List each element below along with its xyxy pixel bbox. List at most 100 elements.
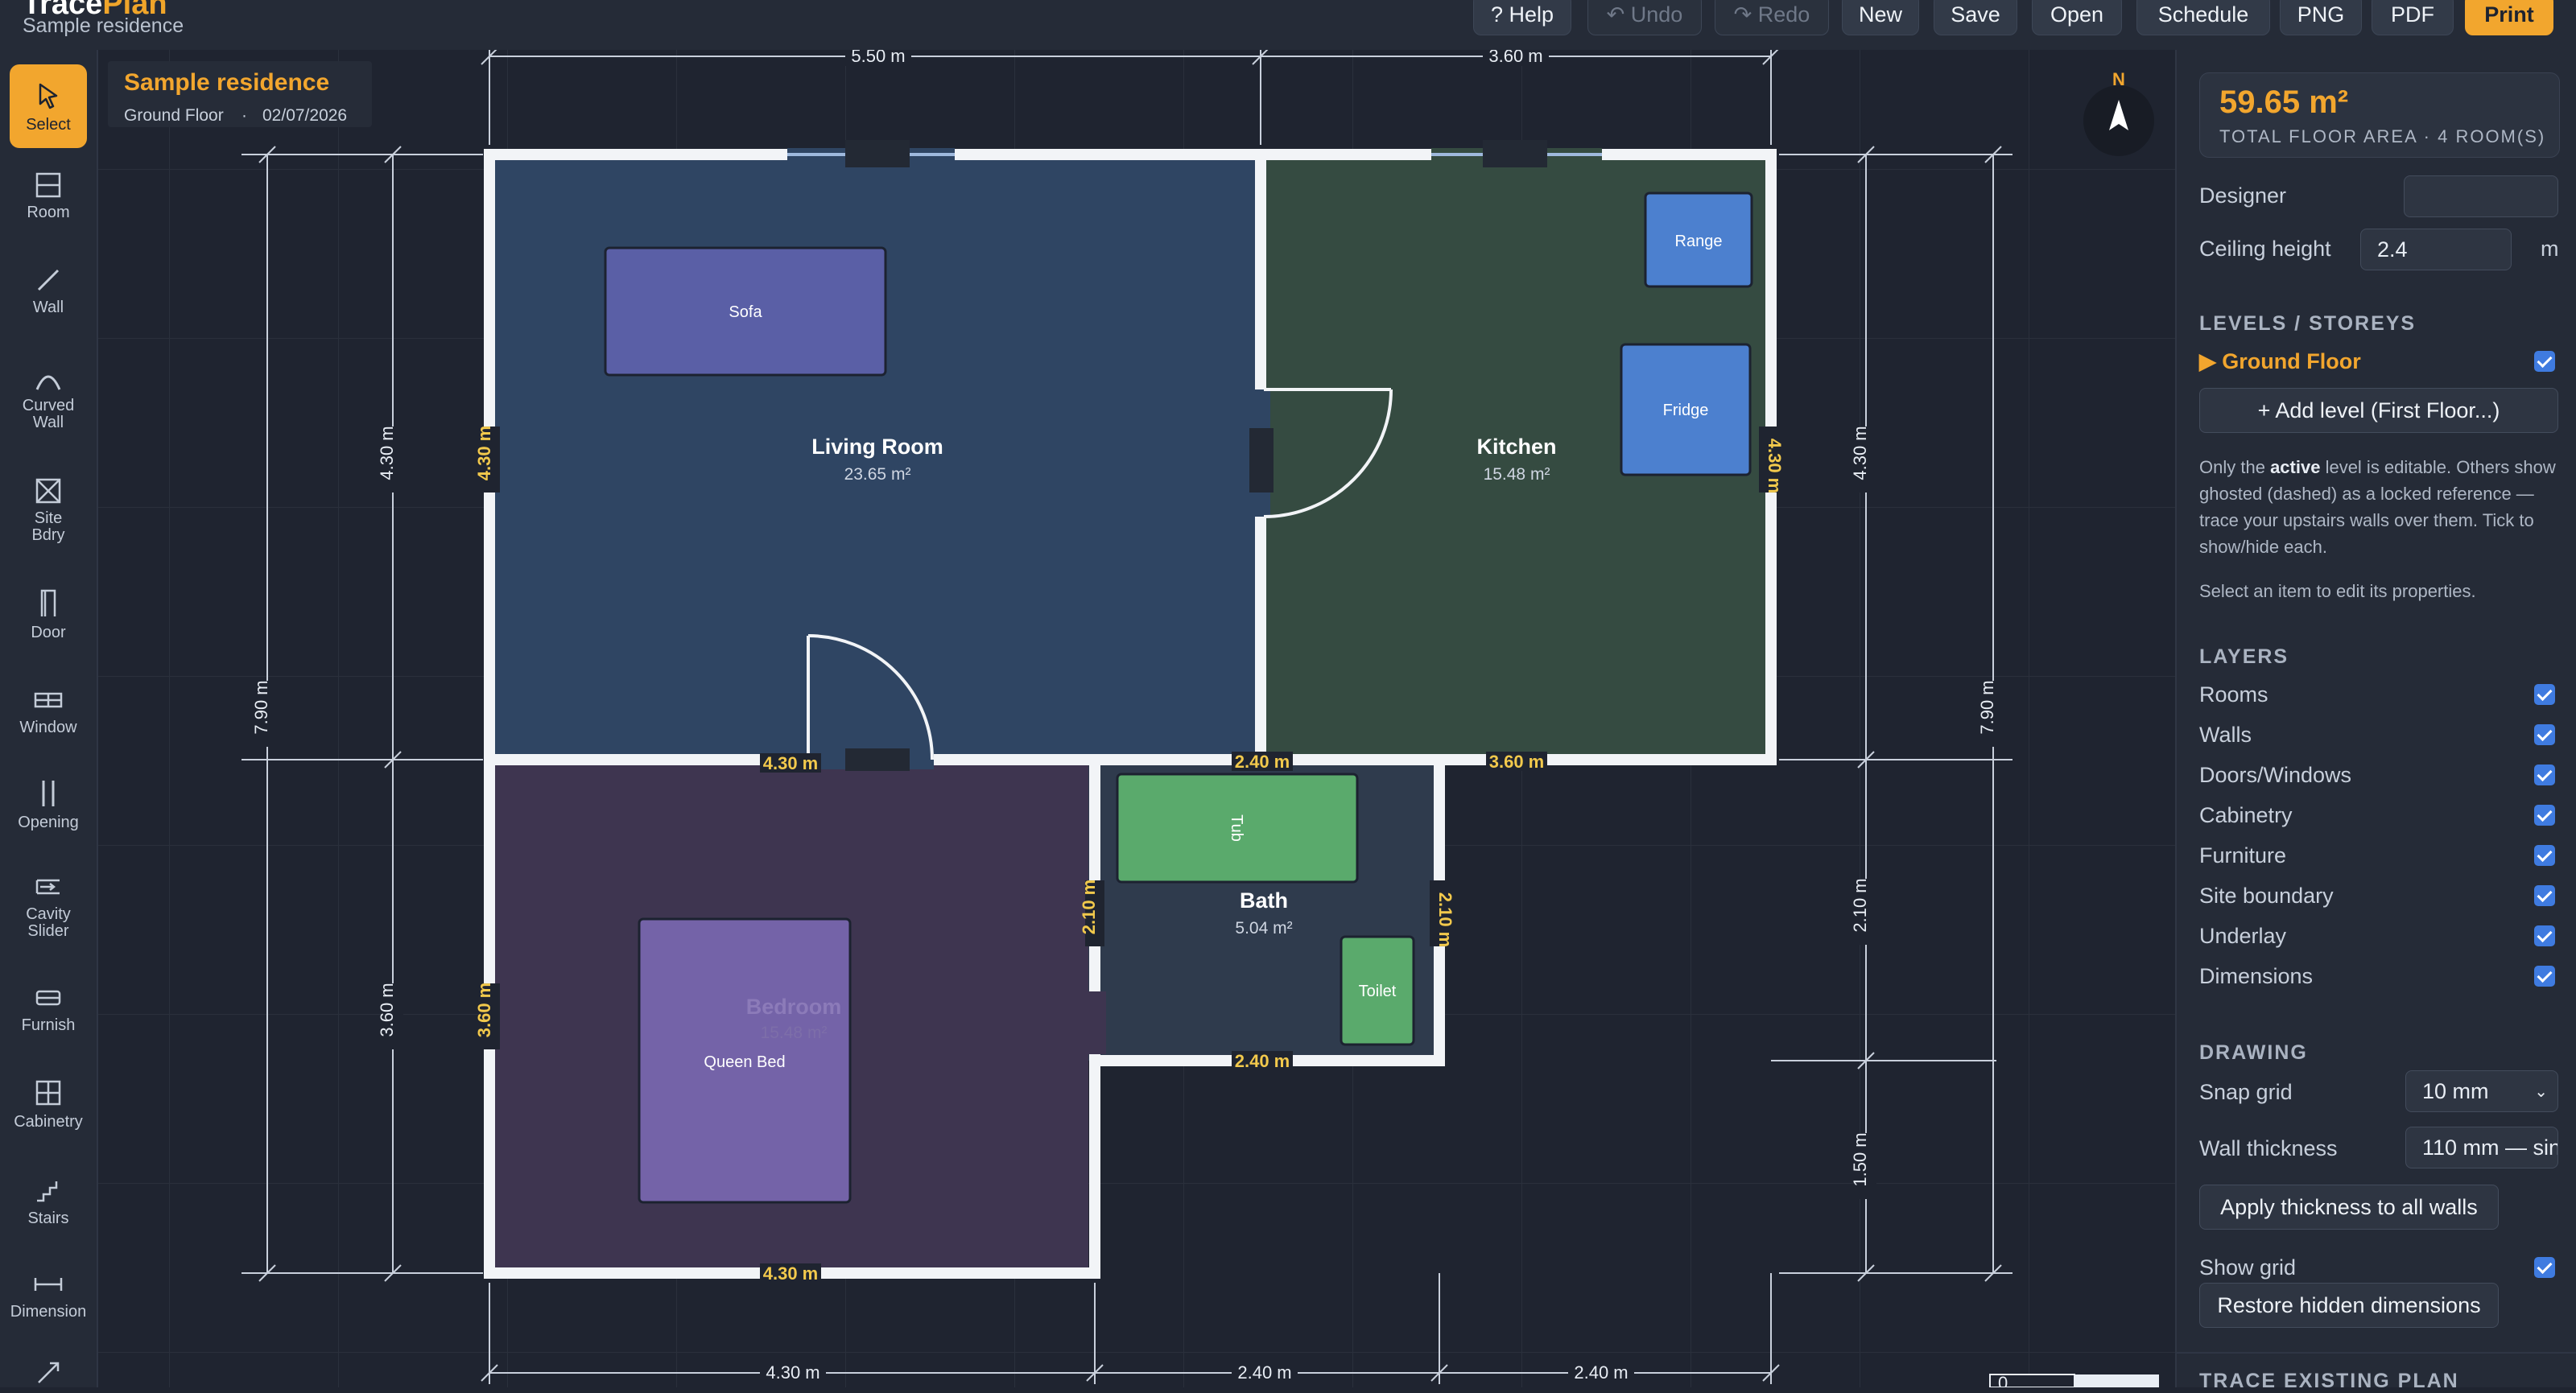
wall-label-bath-right: 2.10 m — [1435, 892, 1455, 948]
tool-room-label: Room — [27, 204, 70, 221]
wall-label-bath-bottom: 2.40 m — [1235, 1051, 1290, 1071]
plan-canvas[interactable]: Sofa Range Fridge Tub Toilet Queen Bed L… — [98, 45, 2175, 1393]
room-bedroom-name: Bedroom — [746, 995, 842, 1019]
levels-note: Only the active level is editable. Other… — [2199, 454, 2558, 560]
tool-site-boundary[interactable]: Site Bdry — [10, 476, 87, 544]
cabinet-icon — [35, 1080, 61, 1106]
levels-note-1: Only the — [2199, 457, 2265, 477]
tool-opening[interactable]: Opening — [10, 777, 87, 831]
layer-rooms-checkbox[interactable] — [2534, 684, 2555, 705]
door-bedroom-frame — [845, 748, 910, 771]
room-bath-area: 5.04 m² — [1235, 919, 1292, 938]
tool-cabinetry-label: Cabinetry — [14, 1113, 83, 1131]
tool-select-label: Select — [26, 115, 71, 134]
show-grid-checkbox[interactable] — [2534, 1257, 2555, 1278]
layer-site-checkbox[interactable] — [2534, 885, 2555, 906]
apply-thickness-button[interactable]: Apply thickness to all walls — [2199, 1185, 2499, 1230]
ceiling-height-input[interactable]: 2.4 — [2360, 229, 2512, 270]
select-hint: Select an item to edit its properties. — [2199, 581, 2476, 601]
project-name: Sample residence — [23, 14, 184, 37]
help-button[interactable]: ? Help — [1473, 0, 1571, 35]
layer-dimensions-checkbox[interactable] — [2534, 966, 2555, 987]
save-button[interactable]: Save — [1934, 0, 2017, 35]
dim-left-bed: 3.60 m — [377, 983, 397, 1037]
dimension-icon — [34, 1278, 63, 1291]
add-level-button[interactable]: + Add level (First Floor...) — [2199, 388, 2558, 433]
layer-underlay-checkbox[interactable] — [2534, 925, 2555, 946]
tool-site-label-1: Site — [34, 509, 63, 527]
tool-door[interactable]: Door — [10, 587, 87, 641]
layer-furniture-checkbox[interactable] — [2534, 845, 2555, 866]
sofa-icon — [35, 990, 61, 1006]
layer-walls-checkbox[interactable] — [2534, 724, 2555, 745]
levels-note-bold: active — [2270, 457, 2321, 477]
furniture-queen-bed-label: Queen Bed — [704, 1053, 785, 1071]
tool-cavity-slider[interactable]: Cavity Slider — [10, 872, 87, 940]
cavity-slider-icon — [35, 879, 60, 895]
layer-dimensions-label: Dimensions — [2199, 964, 2314, 988]
show-grid-label: Show grid — [2199, 1255, 2297, 1280]
tool-dimension[interactable]: Dimension — [10, 1270, 87, 1321]
tool-cabinetry[interactable]: Cabinetry — [10, 1077, 87, 1131]
new-button[interactable]: New — [1842, 0, 1919, 35]
tool-furnish[interactable]: Furnish — [10, 983, 87, 1034]
tool-curved-label-2: Wall — [32, 414, 64, 431]
print-button[interactable]: Print — [2465, 0, 2553, 35]
wall-thickness-select[interactable]: 110 mm — sin — [2405, 1127, 2558, 1168]
resize-arrow-icon — [38, 1362, 60, 1383]
undo-button[interactable]: ↶ Undo — [1587, 0, 1702, 35]
dim-top-kitchen: 3.60 m — [1488, 50, 1542, 66]
furniture-range-label: Range — [1675, 233, 1723, 250]
tool-stairs[interactable]: Stairs — [10, 1177, 87, 1227]
png-button[interactable]: PNG — [2280, 0, 2362, 35]
restore-dimensions-button[interactable]: Restore hidden dimensions — [2199, 1283, 2499, 1328]
top-bar: TracePlan Sample residence ? Help ↶ Undo… — [0, 0, 2576, 52]
room-kitchen-name: Kitchen — [1476, 435, 1556, 459]
level-ground-floor[interactable]: ▶ Ground Floor — [2199, 349, 2361, 374]
level-ground-checkbox[interactable] — [2534, 351, 2555, 372]
dim-left-living: 4.30 m — [377, 426, 397, 480]
designer-input[interactable] — [2404, 175, 2558, 217]
plan-title: Sample residence — [124, 69, 329, 96]
tool-select[interactable]: Select — [10, 64, 87, 148]
schedule-button[interactable]: Schedule — [2136, 0, 2270, 35]
wall-label-bed-left: 3.60 m — [474, 983, 494, 1038]
plan-date: 02/07/2026 — [262, 106, 347, 125]
open-button[interactable]: Open — [2032, 0, 2122, 35]
dim-bottom-bath: 2.40 m — [1237, 1362, 1291, 1383]
wall-thickness-label: Wall thickness — [2199, 1136, 2338, 1160]
wall-icon — [37, 269, 60, 291]
tool-curved-wall[interactable]: Curved Wall — [10, 369, 87, 431]
total-area-card: 59.65 m² TOTAL FLOOR AREA · 4 ROOM(S) — [2199, 72, 2560, 158]
door-kitchen-frame — [1249, 428, 1274, 492]
layer-doors-checkbox[interactable] — [2534, 765, 2555, 785]
opening-icon — [42, 781, 55, 806]
site-boundary-icon — [35, 478, 61, 504]
plan-level: Ground Floor — [124, 106, 224, 125]
wall-label-bath-top: 2.40 m — [1235, 752, 1290, 772]
designer-label: Designer — [2199, 183, 2287, 208]
wall-label-living-bottom: 4.30 m — [763, 753, 819, 773]
layer-cabinetry-checkbox[interactable] — [2534, 805, 2555, 826]
redo-button[interactable]: ↷ Redo — [1715, 0, 1829, 35]
tool-cavity-label-1: Cavity — [26, 905, 71, 923]
wall-label-bed-bottom: 4.30 m — [763, 1263, 819, 1284]
snap-grid-select[interactable]: 10 mm ⌄ — [2405, 1070, 2558, 1112]
door-icon — [40, 589, 56, 616]
stairs-icon — [37, 1181, 58, 1202]
tool-opening-label: Opening — [18, 814, 79, 831]
snap-grid-label: Snap grid — [2199, 1080, 2293, 1104]
tool-wall[interactable]: Wall — [10, 266, 87, 316]
layers-heading: LAYERS — [2199, 645, 2289, 668]
trace-heading: TRACE EXISTING PLAN — [2199, 1370, 2459, 1392]
floor-plan[interactable]: Sofa Range Fridge Tub Toilet Queen Bed L… — [98, 45, 2175, 1393]
dim-right-kitchen: 4.30 m — [1850, 426, 1870, 480]
room-kitchen-area: 15.48 m² — [1484, 465, 1550, 484]
tool-site-label-2: Bdry — [31, 526, 65, 544]
layer-rooms-label: Rooms — [2199, 682, 2268, 707]
tool-window[interactable]: Window — [10, 686, 87, 736]
pdf-button[interactable]: PDF — [2372, 0, 2454, 35]
tool-room[interactable]: Room — [10, 171, 87, 221]
properties-panel: 59.65 m² TOTAL FLOOR AREA · 4 ROOM(S) De… — [2175, 50, 2576, 1392]
room-bedroom-area: 15.48 m² — [761, 1024, 828, 1042]
